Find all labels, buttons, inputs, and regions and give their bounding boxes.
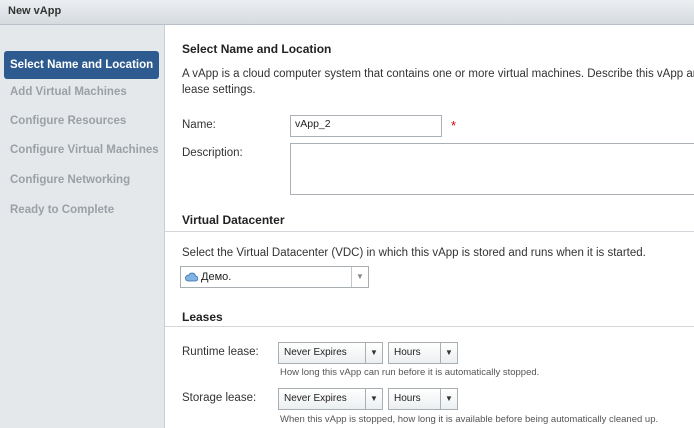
runtime-lease-label: Runtime lease:: [182, 346, 259, 358]
dialog-title-bar: New vApp: [0, 0, 694, 25]
step-add-virtual-machines[interactable]: Add Virtual Machines: [4, 78, 159, 106]
divider: [165, 231, 694, 232]
chevron-down-icon[interactable]: ▼: [440, 343, 457, 363]
vdc-heading: Virtual Datacenter: [182, 213, 285, 227]
step-select-name-and-location[interactable]: Select Name and Location: [4, 51, 159, 79]
runtime-lease-select[interactable]: Never Expires ▼: [278, 342, 383, 364]
vdc-select[interactable]: Демо. ▼: [180, 266, 369, 288]
required-marker: *: [451, 118, 457, 133]
dialog-title: New vApp: [8, 5, 62, 17]
page-heading: Select Name and Location: [182, 42, 332, 56]
wizard-content: Select Name and Location A vApp is a clo…: [165, 25, 694, 428]
storage-lease-label: Storage lease:: [182, 392, 257, 404]
intro-text-line-1: A vApp is a cloud computer system that c…: [182, 68, 694, 80]
runtime-lease-unit-select[interactable]: Hours ▼: [388, 342, 458, 364]
chevron-down-icon[interactable]: ▼: [365, 343, 382, 363]
intro-text-line-2: lease settings.: [182, 84, 256, 96]
description-textarea[interactable]: [290, 143, 694, 195]
storage-lease-hint: When this vApp is stopped, how long it i…: [280, 414, 659, 425]
step-configure-resources[interactable]: Configure Resources: [4, 107, 159, 135]
storage-lease-value: Never Expires: [284, 393, 347, 404]
description-label: Description:: [182, 147, 243, 159]
cloud-icon: [185, 272, 198, 282]
step-ready-to-complete[interactable]: Ready to Complete: [4, 196, 159, 224]
name-input[interactable]: vApp_2: [290, 115, 442, 137]
storage-lease-unit-value: Hours: [394, 393, 421, 404]
leases-heading: Leases: [182, 310, 223, 324]
chevron-down-icon[interactable]: ▼: [351, 267, 368, 287]
divider: [165, 326, 694, 327]
chevron-down-icon[interactable]: ▼: [440, 389, 457, 409]
runtime-lease-value: Never Expires: [284, 347, 347, 358]
chevron-down-icon[interactable]: ▼: [365, 389, 382, 409]
wizard-steps-sidebar: Select Name and Location Add Virtual Mac…: [0, 25, 165, 428]
storage-lease-unit-select[interactable]: Hours ▼: [388, 388, 458, 410]
vdc-select-value: Демо.: [201, 271, 232, 283]
name-label: Name:: [182, 119, 216, 131]
runtime-lease-unit-value: Hours: [394, 347, 421, 358]
runtime-lease-hint: How long this vApp can run before it is …: [280, 367, 540, 378]
vdc-text: Select the Virtual Datacenter (VDC) in w…: [182, 247, 646, 259]
step-configure-networking[interactable]: Configure Networking: [4, 166, 159, 194]
storage-lease-select[interactable]: Never Expires ▼: [278, 388, 383, 410]
step-configure-virtual-machines[interactable]: Configure Virtual Machines: [4, 136, 159, 164]
